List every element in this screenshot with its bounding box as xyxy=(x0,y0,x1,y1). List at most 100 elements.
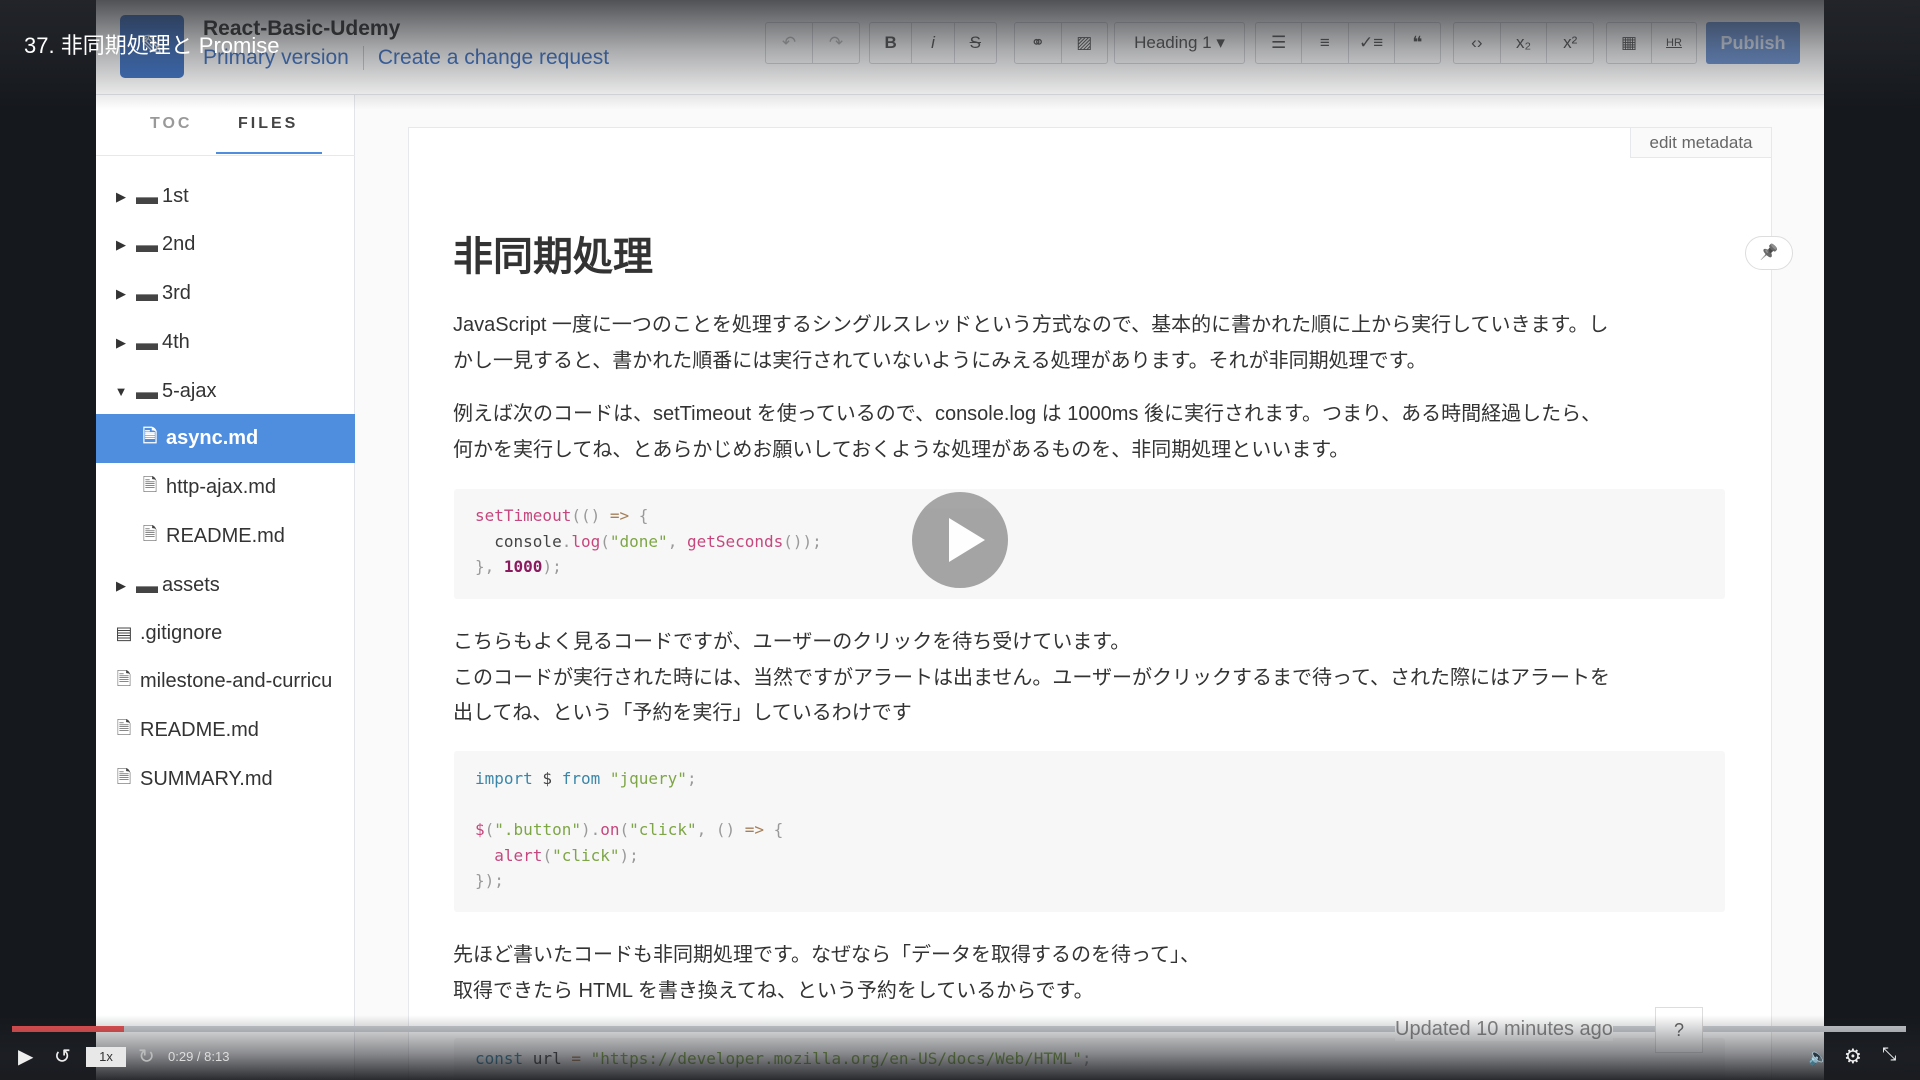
code-token: { xyxy=(629,506,649,525)
code-token: on xyxy=(600,820,620,839)
page-title[interactable]: 非同期処理 xyxy=(453,224,653,282)
code-button[interactable]: ‹› xyxy=(1454,23,1501,63)
task-list-button[interactable]: ✓≡ xyxy=(1349,23,1395,63)
code-token: ); xyxy=(619,845,639,865)
publish-button[interactable]: Publish xyxy=(1706,22,1800,64)
code-token: , xyxy=(667,531,687,551)
caret-down-icon[interactable]: ▼ xyxy=(114,384,128,399)
tree-item[interactable]: 🗎 README.md xyxy=(96,512,355,561)
text-line: 例えば次のコードは、setTimeout を使っているので、console.lo… xyxy=(453,403,1602,425)
folder-icon: ▬ xyxy=(136,378,158,404)
code-block-fetch[interactable]: const url = "https://developer.mozilla.o… xyxy=(454,1038,1725,1080)
table-button[interactable]: ▦ xyxy=(1607,23,1652,63)
code-token: . xyxy=(561,531,572,551)
bold-button[interactable]: B xyxy=(870,23,913,63)
tree-item[interactable]: 🗎 milestone-and-curricu xyxy=(96,657,355,706)
caret-right-icon[interactable]: ▶ xyxy=(114,237,128,253)
tree-item[interactable]: ▶ ▬ assets xyxy=(96,561,355,610)
updated-status: Updated 10 minutes ago xyxy=(1395,1018,1613,1041)
paragraph-2[interactable]: 例えば次のコードは、setTimeout を使っているので、console.lo… xyxy=(453,397,1813,468)
tree-item[interactable]: 🗎 SUMMARY.md xyxy=(96,755,355,804)
tree-item[interactable]: 🗎 http-ajax.md xyxy=(96,463,355,512)
tree-item[interactable]: ▶ ▬ 1st xyxy=(96,172,355,221)
caret-right-icon[interactable]: ▶ xyxy=(114,286,128,302)
change-request-link[interactable]: Create a change request xyxy=(378,46,609,69)
paragraph-4[interactable]: 先ほど書いたコードも非同期処理です。なぜなら「データを取得するのを待って」、 取得… xyxy=(453,938,1813,1009)
tree-item[interactable]: 🗎 README.md xyxy=(96,706,355,755)
block-group: ☰ ≡ ✓≡ ❝ xyxy=(1255,22,1441,64)
code-block-settimeout[interactable]: setTimeout(() => { console.log("done", g… xyxy=(454,489,1725,599)
code-line: const url = "https://developer.mozilla.o… xyxy=(475,1046,1725,1072)
code-block-jquery[interactable]: import $ from "jquery"; $(".button").on("… xyxy=(454,751,1725,912)
tree-item[interactable]: ▼ ▬ 5-ajax xyxy=(96,367,355,416)
exit-fullscreen-icon[interactable]: ⤡ xyxy=(1882,1044,1896,1065)
code-token: => xyxy=(609,506,630,525)
text-line: このコードが実行された時には、当然ですがアラートは出ません。ユーザーがクリックす… xyxy=(453,666,1610,689)
text-line: 何かを実行してね、とあらかじめお願いしておくような処理があるものを、非同期処理と… xyxy=(453,438,1350,461)
settings-icon[interactable]: ⚙ xyxy=(1844,1044,1862,1069)
tab-files[interactable]: FILES xyxy=(238,115,298,133)
code-token: ( xyxy=(600,531,610,551)
binary-file-icon: ▤ xyxy=(115,623,133,643)
subscript-button[interactable]: x₂ xyxy=(1501,23,1548,63)
heading-select[interactable]: Heading 1 ▾ xyxy=(1114,22,1245,64)
numbered-list-button[interactable]: ≡ xyxy=(1302,23,1349,63)
quote-button[interactable]: ❝ xyxy=(1395,23,1440,63)
undo-button[interactable]: ↶ xyxy=(766,23,813,63)
history-group: ↶ ↷ xyxy=(765,22,860,64)
tree-item-label: .gitignore xyxy=(140,622,223,644)
code-token: setTimeout xyxy=(475,506,572,525)
edit-metadata-button[interactable]: edit metadata xyxy=(1630,127,1772,158)
pin-button[interactable]: 📌 xyxy=(1745,236,1793,270)
active-tab-indicator xyxy=(216,152,322,154)
tree-item[interactable]: ▶ ▬ 4th xyxy=(96,318,355,367)
code-line: setTimeout(() => { xyxy=(475,503,1725,529)
folder-icon: ▬ xyxy=(136,231,158,257)
link-button[interactable]: ⚭ xyxy=(1015,23,1062,63)
horizontal-rule-button[interactable]: HR xyxy=(1652,23,1696,63)
playback-speed-button[interactable]: 1x xyxy=(86,1047,126,1067)
file-icon: 🗎 xyxy=(116,717,132,738)
tree-item[interactable]: 🗎 async.md xyxy=(96,414,355,463)
file-icon: 🗎 xyxy=(142,523,158,544)
volume-icon[interactable]: 🔈 xyxy=(1808,1047,1828,1067)
forward-icon[interactable]: ↻ xyxy=(138,1044,155,1069)
video-progress-bar[interactable] xyxy=(12,1026,1906,1032)
tree-item[interactable]: ▤ .gitignore xyxy=(96,609,355,658)
play-overlay-button[interactable] xyxy=(912,492,1008,588)
tree-item-label: http-ajax.md xyxy=(166,476,277,498)
code-token: console xyxy=(475,531,562,551)
format-group: B i S xyxy=(869,22,997,64)
caret-right-icon[interactable]: ▶ xyxy=(114,335,128,351)
play-icon[interactable]: ▶ xyxy=(18,1044,33,1069)
caret-right-icon[interactable]: ▶ xyxy=(114,189,128,205)
code-token: ".button" xyxy=(494,820,581,839)
italic-button[interactable]: i xyxy=(912,23,955,63)
bullet-list-button[interactable]: ☰ xyxy=(1256,23,1303,63)
tree-item-label: SUMMARY.md xyxy=(140,768,273,790)
code-token: ; xyxy=(1081,1049,1092,1068)
code-token: => xyxy=(744,820,765,839)
rewind-icon[interactable]: ↺ xyxy=(54,1044,71,1069)
strikethrough-button[interactable]: S xyxy=(955,23,996,63)
divider xyxy=(96,155,355,156)
table-group: ▦ HR xyxy=(1606,22,1697,64)
code-line: console.log("done", getSeconds()); xyxy=(475,529,1725,555)
tree-item-label: 3rd xyxy=(162,282,191,304)
tree-item[interactable]: ▶ ▬ 3rd xyxy=(96,269,355,318)
caret-right-icon[interactable]: ▶ xyxy=(114,578,128,594)
paragraph-1[interactable]: JavaScript 一度に一つのことを処理するシングルスレッドという方式なので… xyxy=(453,308,1813,379)
help-button[interactable]: ? xyxy=(1655,1007,1703,1053)
code-group: ‹› x₂ x² xyxy=(1453,22,1594,64)
tree-item[interactable]: ▶ ▬ 2nd xyxy=(96,220,355,269)
code-token: $ xyxy=(532,769,562,788)
superscript-button[interactable]: x² xyxy=(1547,23,1593,63)
paragraph-3[interactable]: こちらもよく見るコードですが、ユーザーのクリックを待ち受けています。 このコードが… xyxy=(453,625,1813,732)
image-button[interactable]: ▨ xyxy=(1062,23,1108,63)
redo-button[interactable]: ↷ xyxy=(813,23,859,63)
tab-toc[interactable]: TOC xyxy=(150,115,192,133)
code-token: ()); xyxy=(783,531,822,551)
video-title: 37. 非同期処理と Promise xyxy=(24,33,280,58)
